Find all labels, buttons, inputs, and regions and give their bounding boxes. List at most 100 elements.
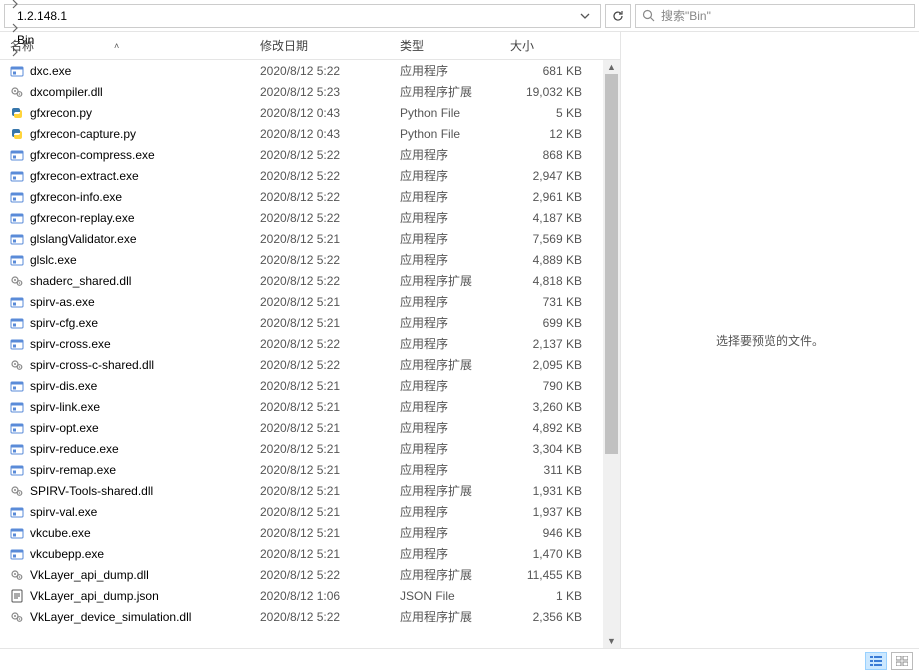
file-row[interactable]: gfxrecon-replay.exe2020/8/12 5:22应用程序4,1… <box>0 207 620 228</box>
file-date: 2020/8/12 5:21 <box>260 400 400 414</box>
file-exe-icon <box>10 337 24 351</box>
file-dll-icon <box>10 568 24 582</box>
search-input[interactable] <box>661 9 908 23</box>
file-date: 2020/8/12 5:21 <box>260 316 400 330</box>
file-type: 应用程序 <box>400 524 510 541</box>
file-row[interactable]: spirv-link.exe2020/8/12 5:21应用程序3,260 KB <box>0 396 620 417</box>
file-date: 2020/8/12 5:22 <box>260 169 400 183</box>
file-exe-icon <box>10 148 24 162</box>
file-type: 应用程序扩展 <box>400 356 510 373</box>
column-header-size[interactable]: 大小 <box>510 37 590 54</box>
search-icon <box>642 9 655 22</box>
file-date: 2020/8/12 5:22 <box>260 253 400 267</box>
file-exe-icon <box>10 169 24 183</box>
file-row[interactable]: shaderc_shared.dll2020/8/12 5:22应用程序扩展4,… <box>0 270 620 291</box>
file-size: 3,304 KB <box>510 442 590 456</box>
file-row[interactable]: dxcompiler.dll2020/8/12 5:23应用程序扩展19,032… <box>0 81 620 102</box>
file-name: spirv-val.exe <box>30 505 97 519</box>
refresh-button[interactable] <box>605 4 631 28</box>
file-row[interactable]: spirv-remap.exe2020/8/12 5:21应用程序311 KB <box>0 459 620 480</box>
file-row[interactable]: spirv-reduce.exe2020/8/12 5:21应用程序3,304 … <box>0 438 620 459</box>
file-date: 2020/8/12 5:22 <box>260 274 400 288</box>
file-size: 1 KB <box>510 589 590 603</box>
file-dll-icon <box>10 85 24 99</box>
breadcrumb-item[interactable]: 1.2.148.1 <box>13 9 71 23</box>
file-size: 699 KB <box>510 316 590 330</box>
breadcrumb[interactable]: Windows (C:)VulkanSDK1.2.148.1Bin <box>4 4 601 28</box>
file-type: 应用程序 <box>400 335 510 352</box>
file-name: gfxrecon-replay.exe <box>30 211 135 225</box>
file-type: Python File <box>400 127 510 141</box>
file-exe-icon <box>10 400 24 414</box>
scrollbar-thumb[interactable] <box>605 74 618 454</box>
file-date: 2020/8/12 0:43 <box>260 106 400 120</box>
file-type: 应用程序扩展 <box>400 566 510 583</box>
file-exe-icon <box>10 316 24 330</box>
file-name: spirv-cross.exe <box>30 337 111 351</box>
file-row[interactable]: VkLayer_api_dump.json2020/8/12 1:06JSON … <box>0 585 620 606</box>
file-row[interactable]: gfxrecon-capture.py2020/8/12 0:43Python … <box>0 123 620 144</box>
file-name: gfxrecon-capture.py <box>30 127 136 141</box>
file-type: JSON File <box>400 589 510 603</box>
file-row[interactable]: spirv-val.exe2020/8/12 5:21应用程序1,937 KB <box>0 501 620 522</box>
file-name: dxc.exe <box>30 64 71 78</box>
column-header-type[interactable]: 类型 <box>400 37 510 54</box>
file-exe-icon <box>10 505 24 519</box>
file-row[interactable]: VkLayer_api_dump.dll2020/8/12 5:22应用程序扩展… <box>0 564 620 585</box>
file-row[interactable]: glslangValidator.exe2020/8/12 5:21应用程序7,… <box>0 228 620 249</box>
file-exe-icon <box>10 463 24 477</box>
file-row[interactable]: gfxrecon-extract.exe2020/8/12 5:22应用程序2,… <box>0 165 620 186</box>
file-date: 2020/8/12 5:22 <box>260 190 400 204</box>
file-row[interactable]: spirv-cfg.exe2020/8/12 5:21应用程序699 KB <box>0 312 620 333</box>
file-row[interactable]: gfxrecon-compress.exe2020/8/12 5:22应用程序8… <box>0 144 620 165</box>
file-row[interactable]: dxc.exe2020/8/12 5:22应用程序681 KB <box>0 60 620 81</box>
vertical-scrollbar[interactable]: ▲ ▼ <box>603 60 620 648</box>
view-details-button[interactable] <box>865 652 887 670</box>
sort-indicator-icon: ˄ <box>114 41 119 51</box>
file-row[interactable]: spirv-cross-c-shared.dll2020/8/12 5:22应用… <box>0 354 620 375</box>
file-date: 2020/8/12 5:21 <box>260 505 400 519</box>
preview-pane: 选择要预览的文件。 <box>620 32 919 648</box>
file-dll-icon <box>10 610 24 624</box>
file-type: 应用程序扩展 <box>400 482 510 499</box>
file-row[interactable]: spirv-as.exe2020/8/12 5:21应用程序731 KB <box>0 291 620 312</box>
file-size: 2,356 KB <box>510 610 590 624</box>
search-box[interactable] <box>635 4 915 28</box>
file-size: 4,187 KB <box>510 211 590 225</box>
file-size: 4,889 KB <box>510 253 590 267</box>
scrollbar-down-icon[interactable]: ▼ <box>603 634 620 648</box>
file-row[interactable]: gfxrecon.py2020/8/12 0:43Python File5 KB <box>0 102 620 123</box>
file-name: spirv-as.exe <box>30 295 95 309</box>
column-header-name[interactable]: 名称 ˄ <box>10 37 260 54</box>
file-date: 2020/8/12 5:21 <box>260 547 400 561</box>
file-date: 2020/8/12 5:21 <box>260 232 400 246</box>
file-name: gfxrecon-extract.exe <box>30 169 139 183</box>
file-size: 4,892 KB <box>510 421 590 435</box>
file-row[interactable]: SPIRV-Tools-shared.dll2020/8/12 5:21应用程序… <box>0 480 620 501</box>
file-type: 应用程序 <box>400 62 510 79</box>
file-row[interactable]: vkcubepp.exe2020/8/12 5:21应用程序1,470 KB <box>0 543 620 564</box>
file-name: spirv-cross-c-shared.dll <box>30 358 154 372</box>
file-row[interactable]: spirv-cross.exe2020/8/12 5:22应用程序2,137 K… <box>0 333 620 354</box>
file-row[interactable]: vkcube.exe2020/8/12 5:21应用程序946 KB <box>0 522 620 543</box>
file-type: 应用程序 <box>400 314 510 331</box>
file-row[interactable]: VkLayer_device_simulation.dll2020/8/12 5… <box>0 606 620 627</box>
file-type: 应用程序 <box>400 230 510 247</box>
file-row[interactable]: spirv-dis.exe2020/8/12 5:21应用程序790 KB <box>0 375 620 396</box>
view-thumbnails-button[interactable] <box>891 652 913 670</box>
scrollbar-up-icon[interactable]: ▲ <box>603 60 620 74</box>
file-row[interactable]: gfxrecon-info.exe2020/8/12 5:22应用程序2,961… <box>0 186 620 207</box>
file-row[interactable]: glslc.exe2020/8/12 5:22应用程序4,889 KB <box>0 249 620 270</box>
file-name: spirv-dis.exe <box>30 379 97 393</box>
file-row[interactable]: spirv-opt.exe2020/8/12 5:21应用程序4,892 KB <box>0 417 620 438</box>
file-exe-icon <box>10 64 24 78</box>
file-type: 应用程序 <box>400 419 510 436</box>
column-header-date[interactable]: 修改日期 <box>260 37 400 54</box>
file-size: 3,260 KB <box>510 400 590 414</box>
breadcrumb-dropdown-icon[interactable] <box>576 11 594 21</box>
file-size: 1,937 KB <box>510 505 590 519</box>
file-date: 2020/8/12 5:21 <box>260 295 400 309</box>
file-size: 7,569 KB <box>510 232 590 246</box>
file-name: VkLayer_api_dump.dll <box>30 568 149 582</box>
file-size: 946 KB <box>510 526 590 540</box>
